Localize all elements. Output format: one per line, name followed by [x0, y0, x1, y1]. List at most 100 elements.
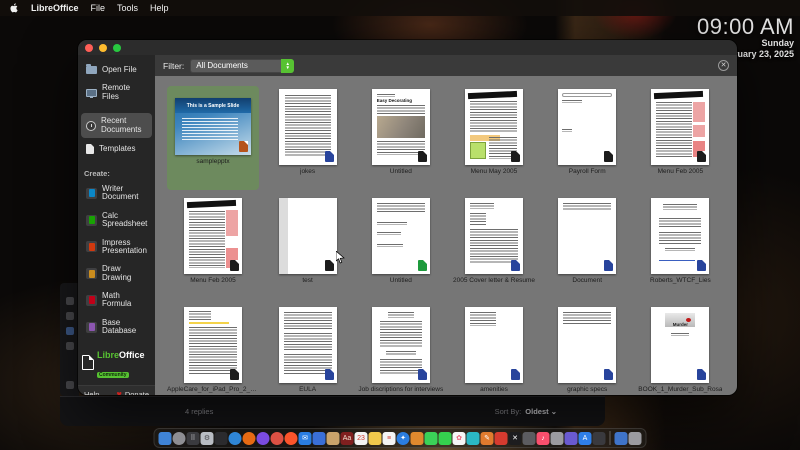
gray-camera-app-icon[interactable]	[522, 431, 536, 445]
close-window-button[interactable]	[85, 43, 93, 52]
facetime-icon[interactable]	[438, 431, 452, 445]
background-toolbar-icon[interactable]	[65, 381, 74, 389]
trash-icon[interactable]	[628, 431, 642, 445]
menu-item-help[interactable]: Help	[150, 3, 169, 13]
document-thumbnail-payroll-form[interactable]: Payroll Form	[543, 86, 632, 190]
downloads-folder-icon[interactable]	[614, 431, 628, 445]
sidebar-item-remote-files[interactable]: Remote Files	[81, 80, 152, 105]
dark-utility-app-icon[interactable]	[214, 431, 228, 445]
menu-item-app[interactable]: LibreOffice	[31, 3, 79, 13]
dock-icons: ⠿ ⚙ ✉ Aa 23 ≡ ✦ ✿ ✎ ✕ ♪ A	[158, 431, 642, 445]
dock-separator	[609, 431, 611, 445]
reminders-icon[interactable]: ≡	[382, 431, 396, 445]
thumbnail-label: Payroll Form	[568, 168, 606, 175]
sidebar-item-writer-document[interactable]: Writer Document	[81, 181, 152, 206]
thumbnail-label: samplepptx	[196, 158, 230, 165]
music-icon[interactable]: ♪	[536, 431, 550, 445]
donate-button[interactable]: ♥ Donate	[116, 388, 149, 395]
background-toolbar-icon[interactable]	[65, 342, 74, 350]
orange-tiles-app-icon[interactable]	[410, 431, 424, 445]
sidebar-item-math-formula[interactable]: Math Formula	[81, 288, 152, 313]
document-thumbnail-jokes[interactable]: jokes	[263, 86, 352, 190]
word-file-badge-icon	[510, 369, 520, 380]
safari-icon[interactable]: ✦	[396, 431, 410, 445]
sidebar-item-base-database[interactable]: Base Database	[81, 315, 152, 340]
finder-icon[interactable]	[158, 431, 172, 445]
messages-icon[interactable]	[424, 431, 438, 445]
gray-arrow-app-icon[interactable]	[550, 431, 564, 445]
dictionary-icon[interactable]: Aa	[340, 431, 354, 445]
background-toolbar-icon[interactable]	[65, 297, 74, 305]
brave-browser-icon[interactable]	[284, 431, 298, 445]
document-thumbnail-samplepptx[interactable]: This is a Sample Slide samplepptx	[167, 86, 259, 190]
background-toolbar-icon[interactable]	[65, 312, 74, 320]
red-app-icon[interactable]	[494, 431, 508, 445]
mail-icon[interactable]: ✉	[298, 431, 312, 445]
gray-sphere-app-icon[interactable]	[172, 431, 186, 445]
document-thumbnail-menu-feb-2005-b[interactable]: Menu Feb 2005	[167, 195, 259, 299]
purple-app-icon[interactable]	[564, 431, 578, 445]
document-thumbnail-menu-feb-2005-a[interactable]: Menu Feb 2005	[636, 86, 725, 190]
app-store-icon[interactable]: A	[578, 431, 592, 445]
close-icon[interactable]: ✕	[718, 60, 729, 71]
photos-icon[interactable]: ✿	[452, 431, 466, 445]
menu-item-tools[interactable]: Tools	[117, 3, 138, 13]
filter-dropdown[interactable]: All Documents ▲ ▼	[190, 58, 295, 73]
background-window-footer: 4 replies Sort By: Oldest ⌄	[60, 396, 605, 426]
start-center-sidebar: Open File Remote Files Recent Documents …	[78, 55, 155, 395]
books-app-icon[interactable]	[592, 431, 606, 445]
sidebar-item-impress-presentation[interactable]: Impress Presentation	[81, 235, 152, 260]
system-settings-icon[interactable]: ⚙	[200, 431, 214, 445]
menu-item-file[interactable]: File	[91, 3, 106, 13]
zoom-window-button[interactable]	[113, 43, 121, 52]
document-thumbnail-roberts-wtcf-lies[interactable]: Roberts_WTCF_Lies	[636, 195, 725, 299]
sidebar-item-draw-drawing[interactable]: Draw Drawing	[81, 261, 152, 286]
help-button[interactable]: Help	[84, 390, 99, 395]
sort-control[interactable]: Sort By: Oldest ⌄	[495, 407, 557, 416]
document-thumbnail-murder-sub-rosa[interactable]: Murder BOOK_1_Murder_Sub_Rosa	[636, 304, 725, 395]
sidebar-item-recent-documents[interactable]: Recent Documents	[81, 113, 152, 138]
firefox-browser-icon[interactable]	[242, 431, 256, 445]
thumbnail-label: AppleCare_for_iPad_Pro_2_Years	[167, 386, 259, 393]
document-thumbnail-untitled-2[interactable]: Untitled	[356, 195, 445, 299]
thumbnail-label: test	[302, 277, 313, 284]
sidebar-item-calc-spreadsheet[interactable]: Calc Spreadsheet	[81, 208, 152, 233]
calendar-icon[interactable]: 23	[354, 431, 368, 445]
generic-file-badge-icon	[230, 260, 239, 271]
thumbnail-label: Menu May 2005	[470, 168, 518, 175]
chrome-browser-icon[interactable]	[270, 431, 284, 445]
word-file-badge-icon	[510, 260, 520, 271]
document-thumbnail-untitled-1[interactable]: Easy Decorating Untitled	[356, 86, 445, 190]
document-thumbnail-cover-letter-resume[interactable]: 2005 Cover letter & Resume	[449, 195, 538, 299]
document-thumbnail-test[interactable]: test	[263, 195, 352, 299]
notes-icon[interactable]	[368, 431, 382, 445]
launchpad-icon[interactable]: ⠿	[186, 431, 200, 445]
tan-folder-app-icon[interactable]	[326, 431, 340, 445]
document-thumbnail-menu-may-2005[interactable]: Menu May 2005	[449, 86, 538, 190]
firefox-dev-browser-icon[interactable]	[256, 431, 270, 445]
document-thumbnail-document[interactable]: Document	[543, 195, 632, 299]
generic-file-badge-icon	[697, 151, 707, 162]
blue-window-app-icon[interactable]	[312, 431, 326, 445]
edge-browser-icon[interactable]	[228, 431, 242, 445]
document-thumbnail-amenities[interactable]: amenities	[449, 304, 538, 395]
black-x-app-icon[interactable]: ✕	[508, 431, 522, 445]
sidebar-item-label: Calc Spreadsheet	[102, 210, 148, 229]
background-toolbar-icon[interactable]	[65, 327, 74, 335]
sidebar-item-open-file[interactable]: Open File	[81, 62, 152, 78]
sort-value[interactable]: Oldest ⌄	[525, 407, 557, 416]
heart-icon: ♥	[116, 388, 122, 395]
document-thumbnail-eula[interactable]: EULA	[263, 304, 352, 395]
document-thumbnail-job-discriptions[interactable]: Job discriptions for interviews	[356, 304, 445, 395]
minimize-window-button[interactable]	[99, 43, 107, 52]
clock-time: 09:00 AM	[697, 14, 794, 39]
thumbnail-label: Roberts_WTCF_Lies	[650, 277, 711, 284]
document-thumbnail-applecare[interactable]: AppleCare_for_iPad_Pro_2_Years	[167, 304, 259, 395]
recent-documents-grid: This is a Sample Slide samplepptx jokes	[155, 76, 737, 395]
calc-file-badge-icon	[417, 260, 427, 271]
sidebar-item-templates[interactable]: Templates	[81, 140, 152, 158]
teal-app-icon[interactable]	[466, 431, 480, 445]
apple-menu-icon[interactable]	[10, 3, 19, 13]
document-thumbnail-graphic-specs[interactable]: graphic specs	[543, 304, 632, 395]
markup-pencil-app-icon[interactable]: ✎	[480, 431, 494, 445]
